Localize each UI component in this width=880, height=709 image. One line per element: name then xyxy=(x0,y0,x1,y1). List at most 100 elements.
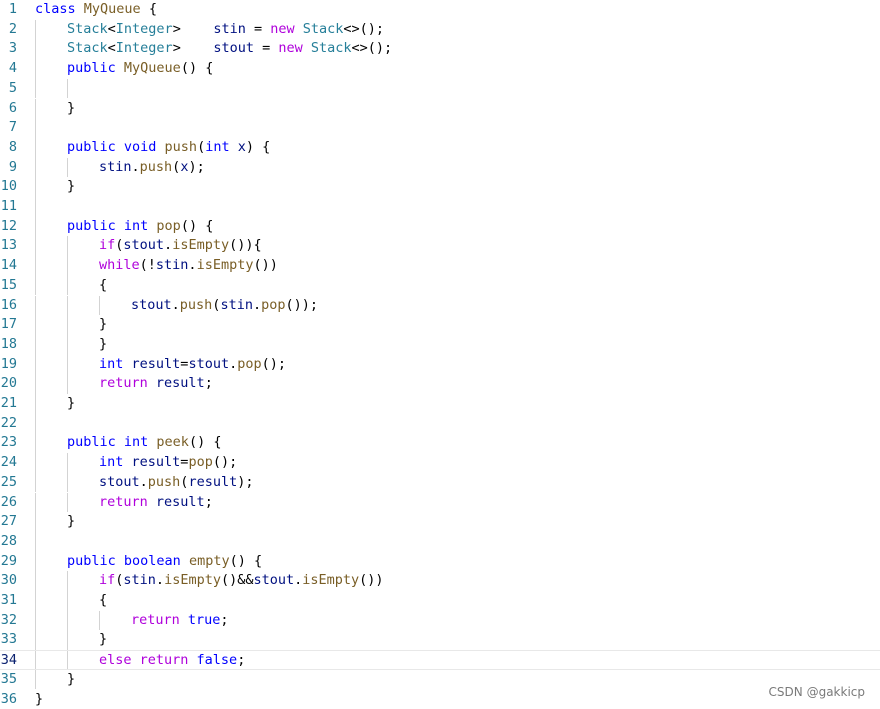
code-token: Integer xyxy=(115,20,173,37)
code-line[interactable]: 31 { xyxy=(0,591,880,611)
code-text: return true; xyxy=(131,611,229,631)
code-token: } xyxy=(99,631,108,648)
code-text: else return false; xyxy=(99,651,245,671)
code-token: pop xyxy=(261,296,286,313)
code-token: push xyxy=(179,296,213,313)
code-token: (); xyxy=(212,454,238,471)
line-number: 20 xyxy=(0,375,17,392)
line-number: 31 xyxy=(0,592,17,608)
indent-guide xyxy=(99,610,100,631)
indent-guide xyxy=(35,374,36,394)
code-line[interactable]: 25 stout.push(result); xyxy=(0,472,880,493)
code-line[interactable]: 4 public MyQueue() { xyxy=(0,59,880,79)
indent-guide xyxy=(67,630,68,651)
code-text: return result; xyxy=(99,493,213,513)
code-line[interactable]: 9 stin.push(x); xyxy=(0,157,880,178)
code-token: stout xyxy=(123,237,165,254)
indent-guide xyxy=(35,216,36,237)
code-token: int xyxy=(99,355,132,372)
code-line[interactable]: 24 int result=pop(); xyxy=(0,453,880,473)
indent-guide xyxy=(35,531,36,552)
code-line[interactable]: 22 xyxy=(0,413,880,434)
code-line[interactable]: 8 public void push(int x) { xyxy=(0,137,880,158)
code-line[interactable]: 6} xyxy=(0,98,880,119)
indent-guide xyxy=(67,295,68,316)
code-line[interactable]: 34 else return false; xyxy=(0,650,880,670)
code-line[interactable]: 26 return result; xyxy=(0,492,880,513)
code-token: ()&& xyxy=(220,572,254,589)
indent-guide xyxy=(67,591,68,611)
indent-guide xyxy=(35,630,36,651)
code-editor[interactable]: 1 class MyQueue {2 Stack<Integer> stin = n… xyxy=(0,0,880,709)
line-number: 5 xyxy=(8,79,17,96)
code-text: public MyQueue() { xyxy=(67,59,213,79)
code-line[interactable]: 20 return result; xyxy=(0,374,880,394)
code-token: Stack xyxy=(67,40,108,57)
code-line[interactable]: 19 int result=stout.pop(); xyxy=(0,354,880,375)
code-line[interactable]: 32 return true; xyxy=(0,610,880,631)
code-token: () { xyxy=(180,217,214,234)
code-token: MyQueue xyxy=(83,1,141,17)
code-line[interactable]: 28 xyxy=(0,531,880,552)
indent-guide xyxy=(35,334,36,355)
code-text: public int peek() { xyxy=(67,433,221,453)
code-token: int xyxy=(205,138,238,155)
code-token: isEmpty xyxy=(302,572,360,589)
code-line[interactable]: 36} xyxy=(0,690,880,709)
code-token: result xyxy=(131,454,181,471)
code-token: < xyxy=(107,40,116,57)
code-text: } xyxy=(99,335,107,355)
indent-guide xyxy=(67,236,68,257)
code-line[interactable]: 30 if(stin.isEmpty()&&stout.isEmpty()) xyxy=(0,571,880,591)
code-token: public xyxy=(67,138,124,155)
code-line[interactable]: 14 while(!stin.isEmpty()) xyxy=(0,256,880,276)
code-token: pop xyxy=(156,217,181,234)
code-line[interactable]: 3 Stack<Integer> stout = new Stack<>(); xyxy=(0,39,880,60)
indent-guide xyxy=(35,453,36,473)
code-token: { xyxy=(99,276,108,293)
code-text: Stack<Integer> stin = new Stack<>(); xyxy=(67,20,384,40)
indent-guide xyxy=(35,39,36,60)
line-number: 18 xyxy=(0,335,17,352)
code-line[interactable]: 13 if(stout.isEmpty()){ xyxy=(0,236,880,257)
code-line[interactable]: 18} xyxy=(0,334,880,355)
code-token: . xyxy=(155,572,165,589)
code-token: isEmpty xyxy=(196,257,254,274)
code-line[interactable]: 23 public int peek() { xyxy=(0,433,880,454)
code-line[interactable]: 17} xyxy=(0,315,880,335)
code-token: { xyxy=(140,1,157,17)
indent-guide xyxy=(35,118,36,138)
code-token: isEmpty xyxy=(164,572,221,589)
code-token: . xyxy=(188,257,197,274)
indent-guide xyxy=(35,610,36,631)
code-line[interactable]: 27} xyxy=(0,512,880,532)
code-line[interactable]: 11 xyxy=(0,197,880,217)
code-token: result xyxy=(131,355,181,372)
code-line[interactable]: 5 xyxy=(0,78,880,99)
code-line[interactable]: 33} xyxy=(0,630,880,651)
code-line[interactable]: 1 class MyQueue { xyxy=(0,0,880,20)
code-line[interactable]: 29 public boolean empty() { xyxy=(0,551,880,572)
code-line[interactable]: 15 { xyxy=(0,275,880,296)
code-text: } xyxy=(35,690,43,709)
indent-guide xyxy=(67,256,68,276)
code-line[interactable]: 10} xyxy=(0,177,880,197)
code-line[interactable]: 35} xyxy=(0,669,880,690)
code-token: stin xyxy=(99,158,132,175)
code-line[interactable]: 16 stout.push(stin.pop()); xyxy=(0,295,880,316)
indent-guide xyxy=(67,453,68,473)
code-token: isEmpty xyxy=(172,237,230,254)
line-number: 25 xyxy=(0,473,17,490)
indent-guide xyxy=(35,256,36,276)
code-line[interactable]: 2 Stack<Integer> stin = new Stack<>(); xyxy=(0,19,880,40)
line-number: 33 xyxy=(0,631,17,648)
code-line[interactable]: 7 xyxy=(0,118,880,138)
csdn-watermark: CSDN @gakkicp xyxy=(768,685,865,699)
code-token: } xyxy=(99,316,108,333)
code-token: result xyxy=(155,493,205,510)
code-token: stin xyxy=(155,257,189,274)
code-line[interactable]: 12 public int pop() { xyxy=(0,216,880,237)
code-line[interactable]: 21} xyxy=(0,394,880,414)
code-token: . xyxy=(131,158,140,175)
indent-guide xyxy=(67,610,68,631)
